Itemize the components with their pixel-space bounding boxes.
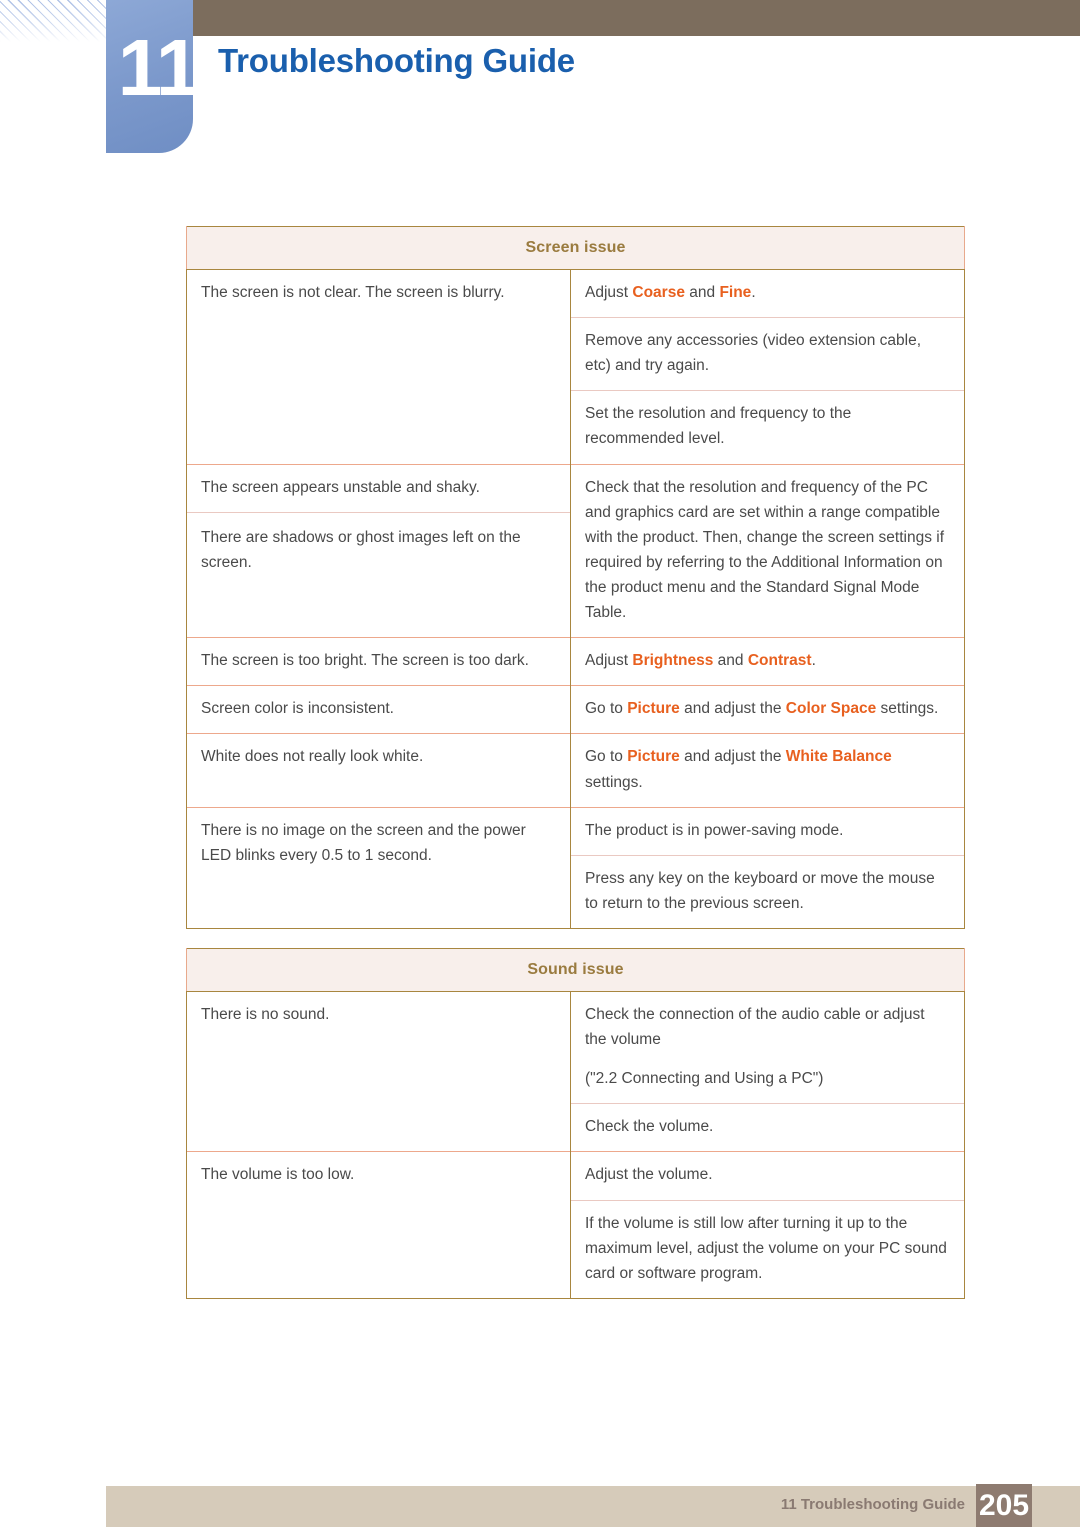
issue-cell: There is no image on the screen and the … — [186, 806, 571, 929]
menu-term: Picture — [627, 700, 680, 718]
solution-text: and — [713, 652, 748, 670]
table-row: The volume is too low. Adjust the volume. — [186, 1151, 966, 1299]
issue-table: Sound issue There is no sound. Check the c… — [185, 947, 966, 1299]
solution-text: and — [684, 284, 720, 301]
solution-text: Adjust the volume. — [585, 1166, 713, 1184]
table-row: The screen appears unstable and shaky. Th… — [186, 463, 965, 638]
solution-text: and adjust the — [679, 700, 786, 718]
issue-text: The screen appears unstable and shaky. — [187, 475, 570, 513]
table-row: There is no image on the screen and the … — [186, 806, 965, 929]
table-section-header: Sound issue — [185, 948, 966, 992]
menu-term: Coarse — [632, 284, 685, 301]
solution-cell: Check the volume. — [569, 1103, 966, 1152]
issue-text-secondary: There are shadows or ghost images left o… — [201, 528, 521, 571]
menu-term: Contrast — [747, 652, 812, 670]
solution-text: If the volume is still low after turning… — [585, 1214, 947, 1282]
solution-reference: ("2.2 Connecting and Using a PC") — [585, 1070, 824, 1088]
table-row: Screen color is inconsistent. Go to Pictu… — [186, 685, 965, 734]
issue-cell: The screen is not clear. The screen is b… — [186, 269, 571, 465]
solution-cell: Check that the resolution and frequency … — [570, 463, 965, 638]
table-row: There is no sound. Check the connection o… — [186, 991, 966, 1152]
solution-cell: Adjust the volume. — [569, 1151, 966, 1201]
footer-label: 11 Troubleshooting Guide — [780, 1496, 965, 1513]
menu-term: Picture — [627, 748, 680, 766]
solution-text: Press any key on the keyboard or move th… — [585, 869, 935, 912]
table-section-header: Screen issue — [186, 226, 965, 270]
solution-cell: Set the resolution and frequency to the … — [570, 390, 965, 465]
solution-text: . — [751, 284, 756, 301]
issue-table: Screen issue The screen is not clear. The… — [186, 226, 965, 929]
solution-text: Remove any accessories (video extension … — [585, 332, 922, 375]
decorative-hatch-pattern — [0, 0, 112, 42]
table-row: White does not really look white. Go to P… — [186, 733, 965, 808]
issue-cell: The volume is too low. — [186, 1151, 571, 1299]
table-row: The screen is too bright. The screen is … — [186, 637, 965, 686]
solution-text: Check the volume. — [585, 1118, 714, 1136]
chapter-number: 11 — [117, 23, 201, 112]
header-brown-bar — [193, 0, 1080, 36]
solution-text: Set the resolution and frequency to the … — [585, 405, 852, 448]
menu-term: Fine — [719, 284, 752, 301]
solution-text: settings. — [585, 773, 643, 791]
page-number: 205 — [976, 1484, 1032, 1527]
troubleshooting-tables: Screen issue The screen is not clear. The… — [185, 226, 966, 1299]
solution-cell: The product is in power-saving mode. — [570, 806, 965, 856]
issue-cell: There is no sound. — [186, 991, 571, 1152]
issue-cell: The screen is too bright. The screen is … — [186, 637, 571, 686]
page-title: Troubleshooting Guide — [218, 42, 575, 79]
solution-cell: Go to Picture and adjust the Color Space… — [570, 685, 965, 734]
solution-cell: If the volume is still low after turning… — [569, 1199, 966, 1299]
solution-text: Go to — [585, 748, 628, 766]
issue-cell: The screen appears unstable and shaky. Th… — [186, 463, 571, 638]
solution-text: settings. — [876, 700, 939, 718]
solution-text: . — [811, 652, 816, 670]
menu-term: Brightness — [632, 652, 714, 670]
solution-cell: Adjust Coarse and Fine. — [570, 269, 965, 318]
solution-text: The product is in power-saving mode. — [585, 821, 844, 839]
solution-text: Go to — [585, 700, 628, 718]
solution-cell: Press any key on the keyboard or move th… — [570, 854, 965, 929]
table-row: The screen is not clear. The screen is b… — [186, 269, 965, 465]
menu-term: White Balance — [785, 748, 892, 766]
solution-text: Check that the resolution and frequency … — [585, 478, 945, 622]
solution-cell: Check the connection of the audio cable … — [569, 991, 966, 1104]
solution-cell: Adjust Brightness and Contrast. — [570, 637, 965, 686]
solution-cell: Remove any accessories (video extension … — [570, 317, 965, 391]
solution-text: Check the connection of the audio cable … — [585, 1005, 925, 1049]
solution-cell: Go to Picture and adjust the White Balan… — [570, 733, 965, 808]
solution-text: and adjust the — [679, 748, 786, 766]
issue-cell: Screen color is inconsistent. — [186, 685, 571, 734]
issue-cell: White does not really look white. — [186, 733, 571, 808]
solution-text: Adjust — [585, 284, 633, 301]
solution-text: Adjust — [585, 652, 633, 670]
menu-term: Color Space — [785, 700, 877, 718]
